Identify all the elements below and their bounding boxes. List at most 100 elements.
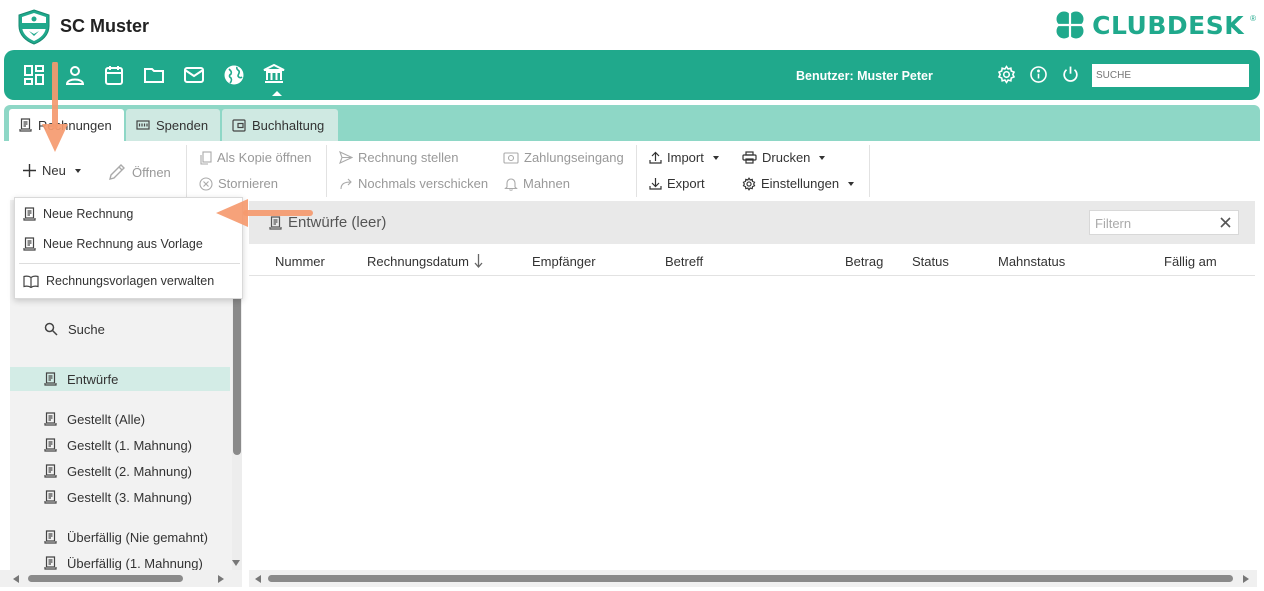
- gear-icon: [742, 176, 756, 191]
- globe-icon[interactable]: [223, 64, 245, 86]
- scroll-right-arrow-icon[interactable]: [1243, 575, 1249, 583]
- column-header-due-date[interactable]: Fällig am: [1164, 254, 1217, 269]
- sidebar-item-issued-all[interactable]: Gestellt (Alle): [10, 407, 230, 431]
- sidebar-item-issued-reminder-1[interactable]: Gestellt (1. Mahnung): [10, 433, 230, 457]
- column-header-number[interactable]: Nummer: [275, 254, 325, 269]
- export-button[interactable]: Export: [649, 176, 705, 191]
- invoice-icon: [44, 490, 57, 504]
- sort-descending-icon[interactable]: [474, 253, 483, 268]
- caret-down-icon: [74, 168, 81, 173]
- main-navbar: Benutzer: Muster Peter: [4, 50, 1260, 100]
- sidebar-item-overdue-never[interactable]: Überfällig (Nie gemahnt): [10, 525, 230, 549]
- menu-item-manage-templates[interactable]: Rechnungsvorlagen verwalten: [23, 274, 214, 288]
- sidebar-item-label: Suche: [68, 321, 105, 337]
- forward-arrow-icon: [340, 178, 352, 190]
- sidebar-item-issued-reminder-3[interactable]: Gestellt (3. Mahnung): [10, 485, 230, 509]
- cancel-invoice-label: Stornieren: [218, 176, 278, 191]
- payment-received-label: Zahlungseingang: [524, 150, 624, 165]
- resend-button[interactable]: Nochmals verschicken: [339, 176, 488, 191]
- resend-label: Nochmals verschicken: [358, 176, 489, 191]
- caret-down-icon: [712, 155, 719, 160]
- caret-down-icon: [819, 155, 826, 160]
- menu-item-label: Neue Rechnung aus Vorlage: [43, 237, 203, 251]
- column-header-amount[interactable]: Betrag: [845, 254, 883, 269]
- list-title-text: Entwürfe (leer): [288, 214, 387, 231]
- toolbar-divider: [869, 145, 870, 197]
- scroll-down-arrow-icon[interactable]: [232, 560, 240, 566]
- column-header-invoice-date[interactable]: Rechnungsdatum: [367, 254, 469, 269]
- sidebar-item-drafts[interactable]: Entwürfe: [10, 367, 230, 391]
- export-label: Export: [667, 176, 705, 191]
- person-icon[interactable]: [64, 64, 86, 86]
- gear-icon[interactable]: [997, 65, 1016, 84]
- sidebar-item-search[interactable]: Suche: [10, 317, 230, 341]
- sidebar-scrollbar-thumb[interactable]: [233, 280, 241, 455]
- send-icon: [339, 151, 353, 164]
- info-icon[interactable]: [1029, 65, 1048, 84]
- open-button-label: Öffnen: [132, 164, 171, 180]
- pencil-icon: [109, 164, 125, 180]
- sidebar-item-label: Gestellt (1. Mahnung): [67, 437, 193, 453]
- column-header-recipient[interactable]: Empfänger: [532, 254, 596, 269]
- folder-icon[interactable]: [143, 64, 165, 86]
- club-name: SC Muster: [60, 16, 150, 36]
- invoice-icon: [44, 556, 57, 570]
- brand-registered-mark: ®: [1250, 14, 1256, 23]
- settings-menu-button[interactable]: Einstellungen: [742, 176, 855, 191]
- issue-invoice-button[interactable]: Rechnung stellen: [339, 150, 458, 165]
- import-button[interactable]: Import: [649, 150, 719, 165]
- club-logo: [16, 9, 52, 45]
- open-button[interactable]: Öffnen: [107, 163, 171, 181]
- filter-placeholder: Filtern: [1095, 216, 1132, 231]
- remind-button[interactable]: Mahnen: [504, 176, 570, 191]
- tab-label: Buchhaltung: [252, 117, 325, 133]
- issue-invoice-label: Rechnung stellen: [358, 150, 459, 165]
- tab-buchhaltung[interactable]: Buchhaltung: [222, 109, 338, 141]
- column-header-subject[interactable]: Betreff: [665, 254, 703, 269]
- column-header-divider: [249, 275, 1255, 276]
- column-header-status[interactable]: Status: [912, 254, 949, 269]
- download-icon: [649, 178, 662, 190]
- mail-icon[interactable]: [183, 64, 205, 86]
- cancel-invoice-button[interactable]: Stornieren: [199, 176, 278, 191]
- global-search-input[interactable]: [1092, 64, 1249, 87]
- clear-filter-icon[interactable]: [1219, 216, 1232, 229]
- printer-icon: [742, 151, 757, 164]
- scroll-left-arrow-icon[interactable]: [13, 575, 19, 583]
- print-label: Drucken: [762, 150, 811, 165]
- menu-item-label: Rechnungsvorlagen verwalten: [46, 274, 215, 288]
- invoice-icon: [44, 464, 57, 478]
- sidebar-item-label: Gestellt (3. Mahnung): [67, 489, 193, 505]
- sidebar-item-label: Gestellt (2. Mahnung): [67, 463, 193, 479]
- menu-item-new-invoice-from-template[interactable]: Neue Rechnung aus Vorlage: [23, 237, 203, 251]
- menu-divider: [19, 263, 240, 264]
- toolbar-divider: [326, 145, 327, 197]
- sidebar-horizontal-scrollbar-thumb[interactable]: [28, 575, 183, 582]
- sidebar-item-issued-reminder-2[interactable]: Gestellt (2. Mahnung): [10, 459, 230, 483]
- power-icon[interactable]: [1061, 65, 1080, 84]
- payment-received-button[interactable]: Zahlungseingang: [503, 150, 624, 165]
- print-button[interactable]: Drucken: [742, 150, 826, 165]
- wallet-icon: [232, 118, 246, 132]
- scroll-right-arrow-icon[interactable]: [218, 575, 224, 583]
- column-header-reminder-status[interactable]: Mahnstatus: [998, 254, 1065, 269]
- invoice-icon: [44, 372, 57, 386]
- dashboard-icon[interactable]: [23, 64, 45, 86]
- sidebar-item-label: Gestellt (Alle): [67, 411, 146, 427]
- scroll-left-arrow-icon[interactable]: [255, 575, 261, 583]
- invoice-icon: [23, 237, 36, 251]
- caret-down-icon: [848, 181, 855, 186]
- filter-input[interactable]: Filtern: [1089, 210, 1239, 235]
- tab-rechnungen[interactable]: Rechnungen: [9, 109, 124, 141]
- open-copy-button[interactable]: Als Kopie öffnen: [199, 150, 311, 165]
- new-button[interactable]: Neu: [22, 163, 81, 178]
- new-button-label: Neu: [42, 163, 66, 178]
- import-label: Import: [667, 150, 704, 165]
- current-user-label: Benutzer: Muster Peter: [796, 69, 933, 83]
- tab-spenden[interactable]: Spenden: [126, 109, 220, 141]
- bank-icon[interactable]: [262, 62, 286, 86]
- menu-item-new-invoice[interactable]: Neue Rechnung: [23, 207, 133, 221]
- list-horizontal-scrollbar-thumb[interactable]: [268, 575, 1233, 582]
- sidebar-item-label: Entwürfe: [67, 371, 119, 387]
- calendar-icon[interactable]: [103, 64, 125, 86]
